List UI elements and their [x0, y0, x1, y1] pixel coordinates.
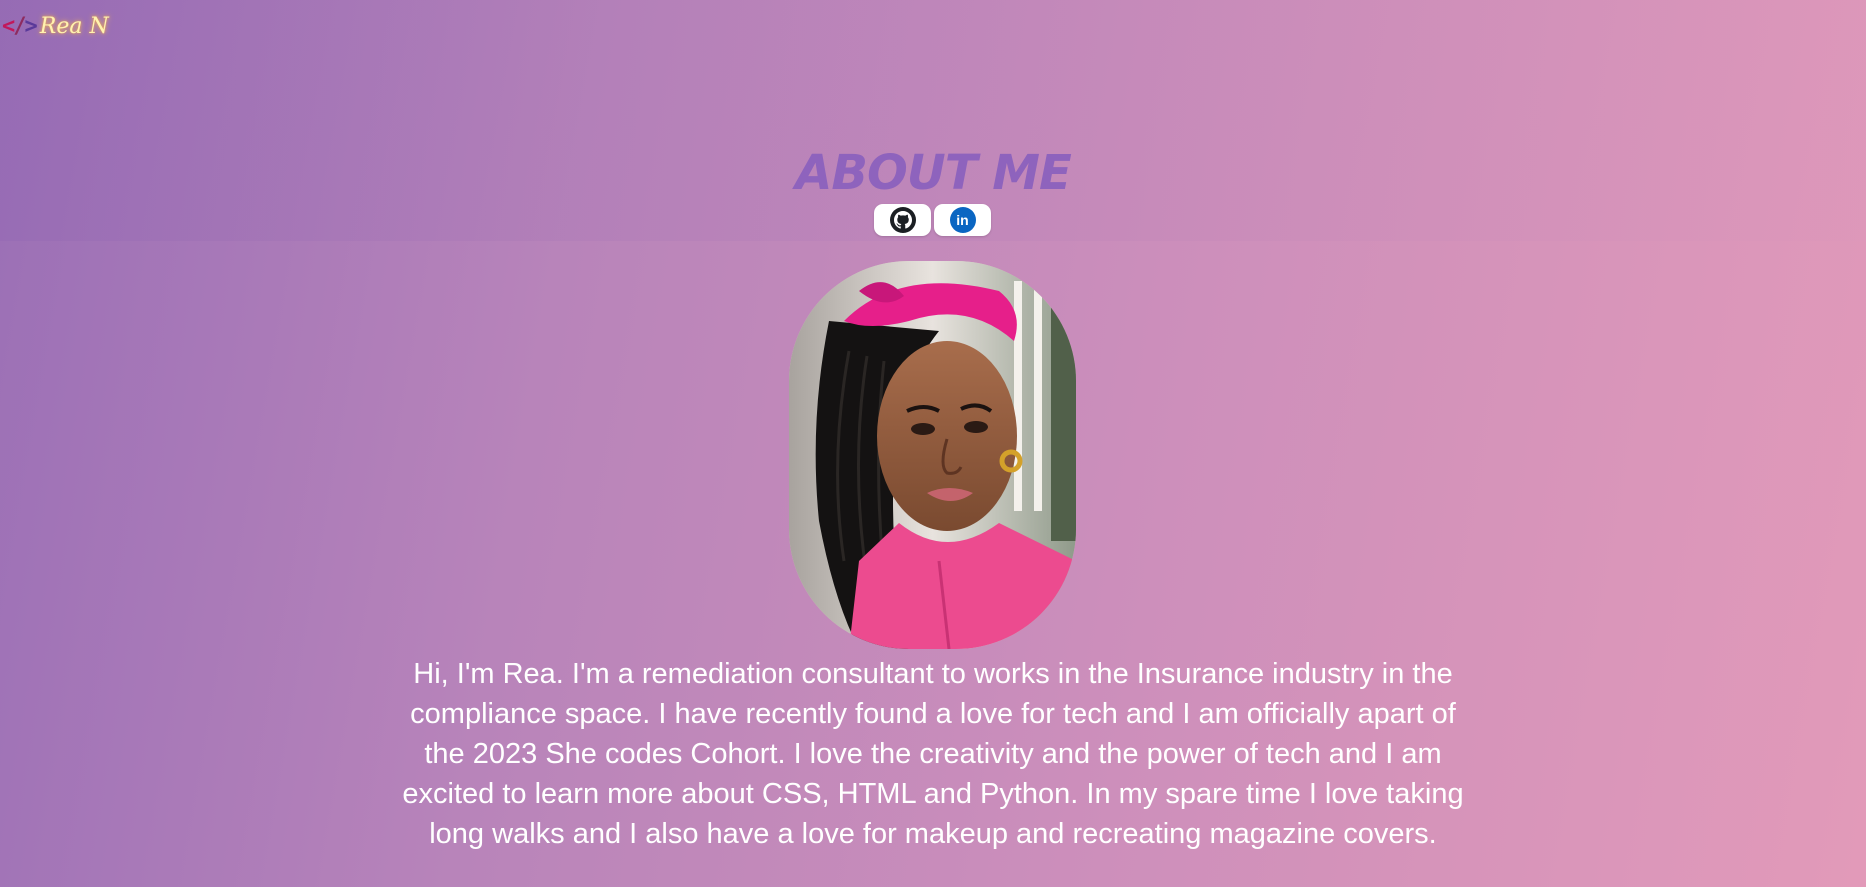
linkedin-button[interactable]: in	[934, 204, 991, 236]
social-links: in	[874, 204, 991, 236]
logo-name: Rea N	[39, 14, 109, 39]
github-button[interactable]	[874, 204, 931, 236]
page-title: About me	[795, 145, 1072, 201]
github-icon	[889, 207, 916, 233]
code-brackets-icon: </>	[2, 14, 38, 39]
linkedin-icon: in	[949, 207, 976, 233]
logo-gt: >	[24, 14, 38, 39]
bio-text: Hi, I'm Rea. I'm a remediation consultan…	[402, 658, 1464, 850]
profile-photo	[789, 261, 1076, 649]
site-logo[interactable]: </> Rea N	[2, 14, 109, 39]
logo-lt: <	[2, 14, 15, 39]
logo-slash: /	[13, 14, 26, 39]
